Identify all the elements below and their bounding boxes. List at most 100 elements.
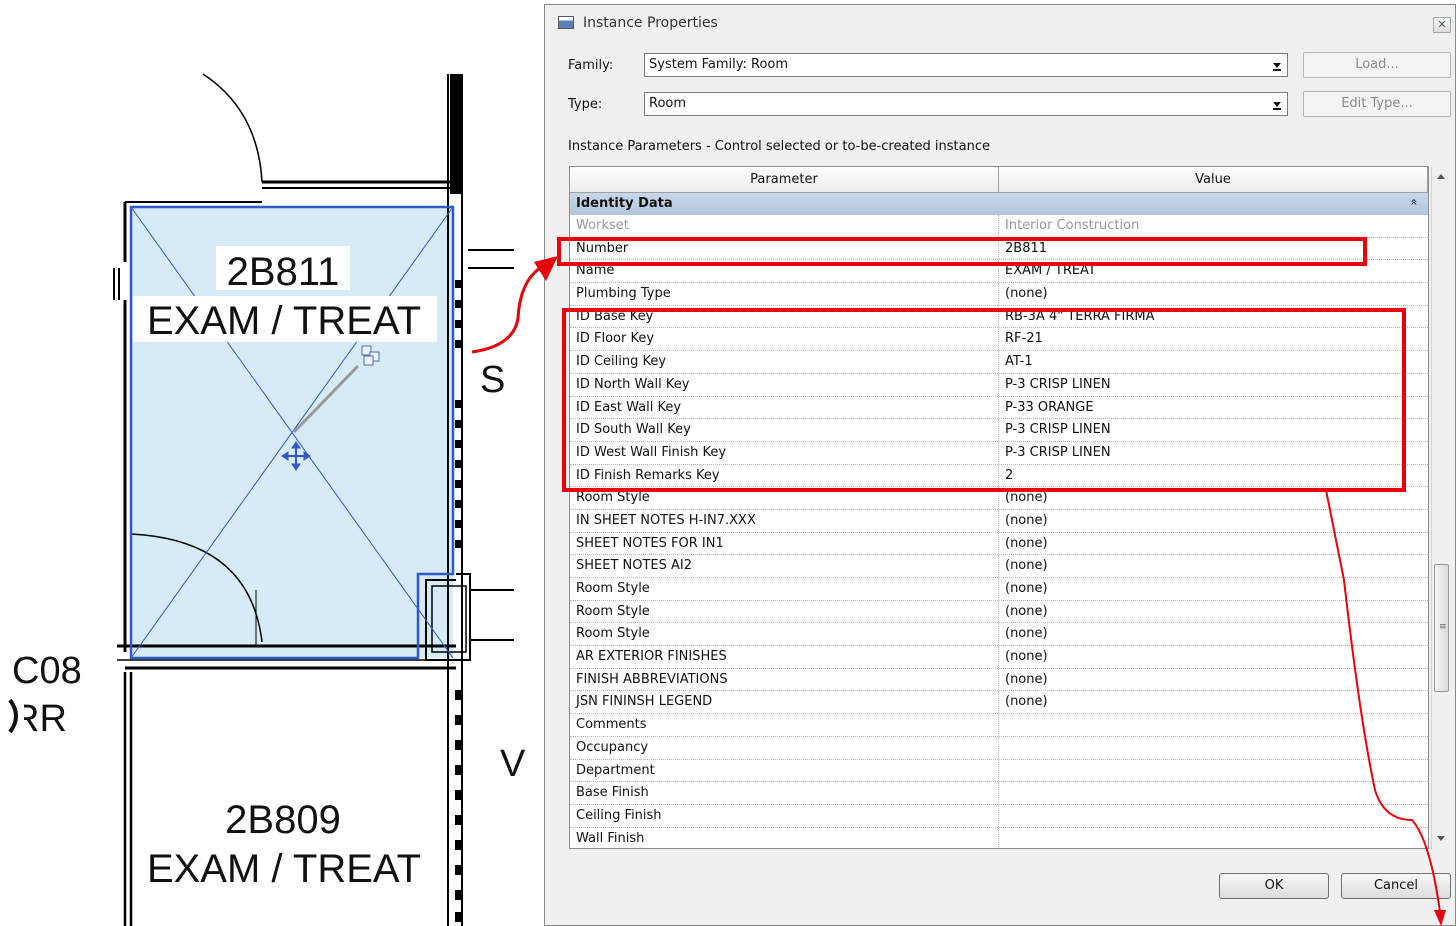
parameter-row[interactable]: Room Style (none)	[570, 578, 1428, 601]
column-divider	[998, 328, 999, 351]
column-divider	[998, 714, 999, 736]
parameter-row[interactable]: Ceiling Finish	[570, 804, 1428, 828]
type-dropdown[interactable]: Room	[644, 92, 1288, 116]
parameter-value[interactable]: (none)	[1005, 626, 1048, 641]
parameter-name: ID West Wall Finish Key	[576, 444, 727, 460]
parameters-grid[interactable]: Parameter Value Identity Data » Workset I…	[569, 166, 1429, 849]
load-button[interactable]: Load...	[1303, 52, 1451, 78]
parameter-row[interactable]: ID North Wall Key P-3 CRISP LINEN	[570, 373, 1428, 397]
column-divider	[998, 668, 999, 691]
parameter-value[interactable]: RF-21	[1005, 331, 1043, 346]
close-button[interactable]: ✕	[1433, 17, 1451, 33]
column-header-parameter[interactable]: Parameter	[570, 167, 999, 192]
column-divider	[998, 736, 999, 759]
parameter-row[interactable]: ID South Wall Key P-3 CRISP LINEN	[570, 419, 1428, 442]
column-divider	[998, 419, 999, 441]
parameter-value[interactable]: (none)	[1005, 649, 1048, 664]
parameter-row[interactable]: Workset Interior Construction	[570, 215, 1428, 238]
parameter-value[interactable]: 2	[1005, 468, 1013, 483]
parameter-value[interactable]: (none)	[1005, 604, 1048, 619]
parameter-name: Plumbing Type	[576, 286, 671, 302]
corridor-letter-v: V	[500, 743, 526, 785]
parameter-row[interactable]: Plumbing Type (none)	[570, 283, 1428, 306]
parameter-name: Name	[576, 263, 615, 279]
parameter-value[interactable]: P-3 CRISP LINEN	[1005, 422, 1111, 437]
parameter-name: AR EXTERIOR FINISHES	[576, 649, 727, 665]
collapse-chevron-icon[interactable]: »	[1407, 198, 1421, 205]
parameter-value[interactable]: (none)	[1005, 694, 1048, 709]
close-icon: ✕	[1437, 18, 1447, 31]
column-divider	[998, 623, 999, 646]
parameter-value[interactable]: (none)	[1005, 513, 1048, 528]
parameter-value[interactable]: (none)	[1005, 558, 1048, 573]
column-divider	[998, 464, 999, 487]
column-divider	[998, 396, 999, 419]
parameter-value[interactable]: RB-3A 4" TERRA FIRMA	[1005, 309, 1155, 324]
parameter-value[interactable]: 2B811	[1005, 241, 1047, 256]
parameter-row[interactable]: Department	[570, 759, 1428, 783]
parameter-row[interactable]: ID Finish Remarks Key 2	[570, 464, 1428, 488]
group-row-identity-data[interactable]: Identity Data »	[570, 193, 1428, 215]
parameter-value[interactable]: AT-1	[1005, 354, 1033, 369]
parameter-row[interactable]: Room Style (none)	[570, 623, 1428, 647]
parameter-row[interactable]: Name EXAM / TREAT	[570, 260, 1428, 284]
column-divider	[998, 578, 999, 600]
dialog-title: Instance Properties	[583, 15, 718, 31]
parameter-row[interactable]: Room Style (none)	[570, 600, 1428, 624]
parameter-row[interactable]: IN SHEET NOTES H-IN7.XXX (none)	[570, 509, 1428, 533]
parameter-row[interactable]: ID West Wall Finish Key P-3 CRISP LINEN	[570, 441, 1428, 465]
room-2b809-number: 2B809	[225, 798, 341, 842]
parameter-name: IN SHEET NOTES H-IN7.XXX	[576, 512, 756, 528]
parameter-value[interactable]: (none)	[1005, 536, 1048, 551]
parameter-name: Department	[576, 762, 655, 778]
parameter-row[interactable]: SHEET NOTES AI2 (none)	[570, 555, 1428, 578]
parameter-value[interactable]: P-3 CRISP LINEN	[1005, 377, 1111, 392]
parameter-row[interactable]: ID Base Key RB-3A 4" TERRA FIRMA	[570, 305, 1428, 329]
family-dropdown[interactable]: System Family: Room	[644, 53, 1288, 77]
parameter-value[interactable]: P-3 CRISP LINEN	[1005, 445, 1111, 460]
parameter-rows: Workset Interior Construction Number 2B811 N…	[570, 215, 1428, 848]
parameter-value[interactable]: EXAM / TREAT	[1005, 263, 1096, 278]
parameter-value[interactable]: Interior Construction	[1005, 218, 1139, 233]
parameter-row[interactable]: FINISH ABBREVIATIONS (none)	[570, 668, 1428, 692]
cancel-button[interactable]: Cancel	[1341, 873, 1451, 899]
parameter-row[interactable]: Comments	[570, 714, 1428, 737]
parameter-value[interactable]: (none)	[1005, 490, 1048, 505]
family-dropdown-value: System Family: Room	[649, 57, 789, 72]
instance-parameters-caption: Instance Parameters - Control selected o…	[568, 139, 990, 154]
dialog-titlebar[interactable]: Instance Properties ✕	[545, 5, 1455, 41]
parameter-name: ID Floor Key	[576, 331, 655, 347]
parameter-row[interactable]: ID Floor Key RF-21	[570, 328, 1428, 352]
parameter-name: Wall Finish	[576, 830, 645, 846]
scroll-up-arrow-icon[interactable]	[1437, 174, 1445, 179]
parameter-value[interactable]: (none)	[1005, 286, 1048, 301]
parameter-value[interactable]: P-33 ORANGE	[1005, 400, 1094, 415]
column-divider	[998, 804, 999, 827]
parameter-row[interactable]: JSN FININSH LEGEND (none)	[570, 691, 1428, 715]
grip-icon: ≡	[1439, 622, 1447, 632]
parameter-row[interactable]: Occupancy	[570, 736, 1428, 760]
parameter-row[interactable]: Base Finish	[570, 782, 1428, 805]
parameter-name: Occupancy	[576, 739, 649, 755]
parameter-row[interactable]: Number 2B811	[570, 237, 1428, 261]
chevron-down-icon	[1273, 102, 1281, 110]
parameter-value[interactable]: (none)	[1005, 581, 1048, 596]
parameter-row[interactable]: Room Style (none)	[570, 487, 1428, 510]
parameter-name: ID Ceiling Key	[576, 354, 667, 370]
parameter-row[interactable]: ID Ceiling Key AT-1	[570, 351, 1428, 374]
parameter-row[interactable]: SHEET NOTES FOR IN1 (none)	[570, 532, 1428, 556]
corridor-letter-s: S	[480, 359, 505, 401]
parameter-row[interactable]: ID East Wall Key P-33 ORANGE	[570, 396, 1428, 420]
scroll-down-arrow-icon[interactable]	[1437, 836, 1445, 841]
edit-type-button[interactable]: Edit Type...	[1303, 91, 1451, 117]
parameter-value[interactable]: (none)	[1005, 672, 1048, 687]
scroll-thumb[interactable]: ≡	[1434, 564, 1449, 692]
type-label: Type:	[568, 97, 603, 112]
parameter-name: Comments	[576, 717, 647, 733]
parameter-row[interactable]: Wall Finish	[570, 827, 1428, 848]
ok-button[interactable]: OK	[1219, 873, 1329, 899]
parameter-row[interactable]: AR EXTERIOR FINISHES (none)	[570, 646, 1428, 669]
column-header-value[interactable]: Value	[999, 167, 1428, 192]
column-divider	[998, 532, 999, 555]
grid-vertical-scrollbar[interactable]: ≡	[1431, 166, 1451, 849]
